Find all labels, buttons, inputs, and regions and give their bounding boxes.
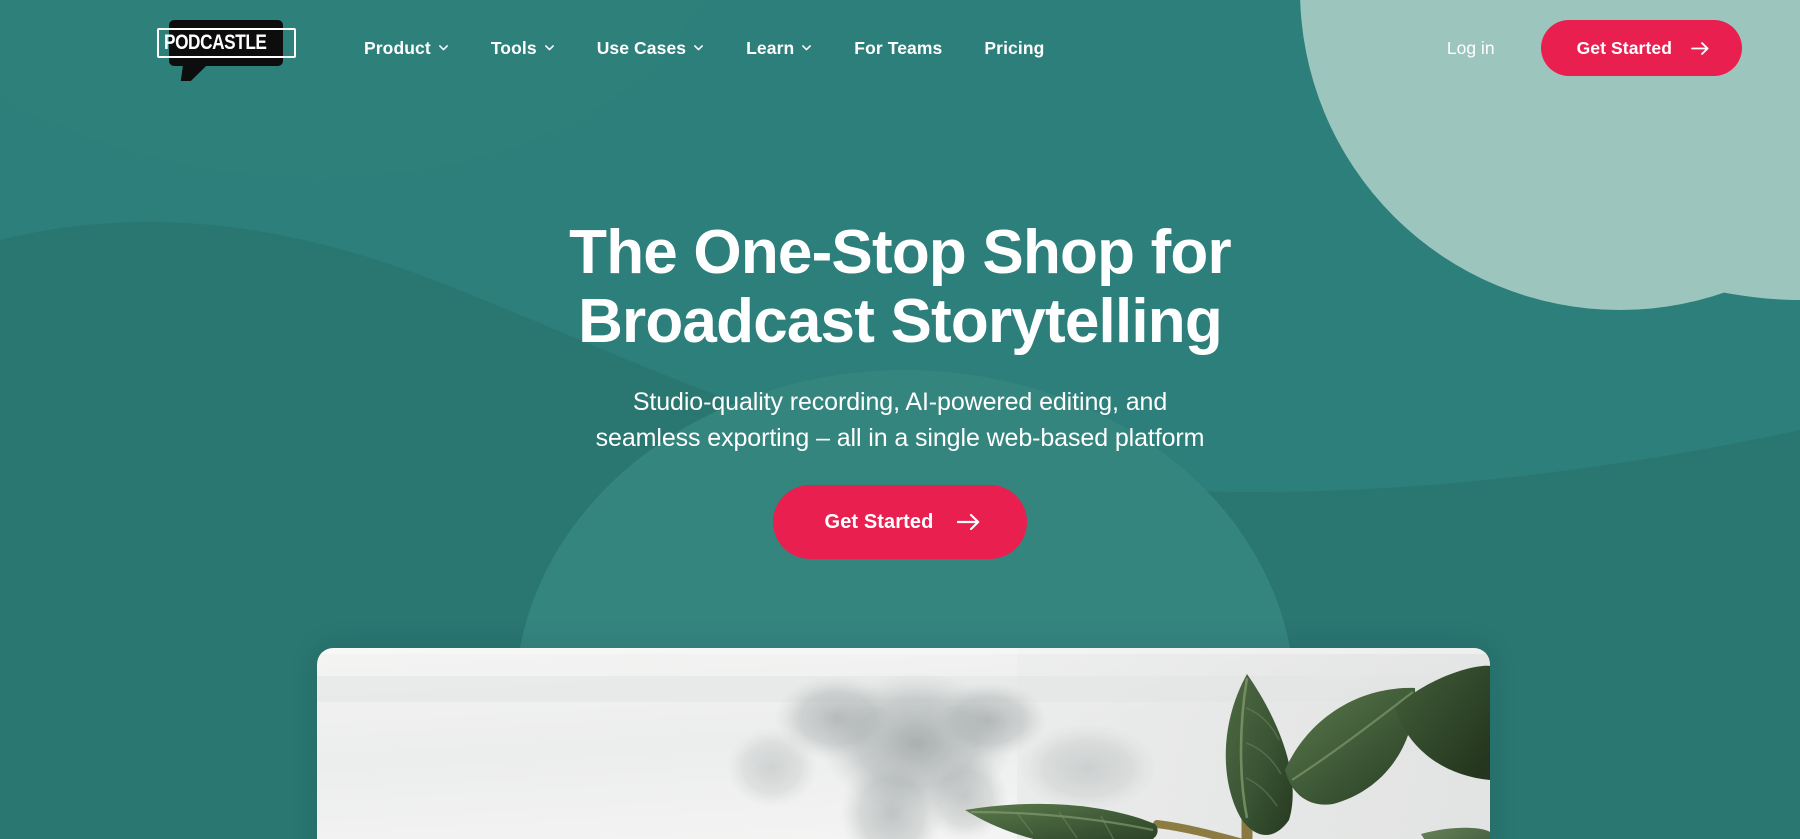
login-link[interactable]: Log in [1447,38,1495,59]
logo-wordmark: PODCASTLE [163,31,267,54]
nav-item-for-teams[interactable]: For Teams [833,38,963,59]
arrow-right-icon [957,513,981,531]
header-cta-label: Get Started [1576,37,1672,58]
nav-label-for-teams: For Teams [854,37,943,58]
chevron-down-icon [801,42,812,53]
nav-label-tools: Tools [490,37,537,58]
arrow-right-icon [1691,41,1710,56]
subhead-line-1: Studio-quality recording, AI-powered edi… [632,388,1168,416]
nav-label-product: Product [364,37,431,58]
headline-line-1: The One-Stop Shop for [569,218,1232,287]
main-navigation: Product Tools Use Cases Learn For Teams [364,0,1065,96]
podcastle-logo[interactable]: PODCASTLE [156,20,296,78]
nav-label-learn: Learn [746,37,795,58]
site-header: PODCASTLE Product Tools Use Cases Learn [0,0,1800,96]
header-get-started-button[interactable]: Get Started [1540,20,1742,76]
nav-item-use-cases[interactable]: Use Cases [576,38,725,59]
hero-cta-label: Get Started [824,510,934,533]
nav-label-use-cases: Use Cases [596,37,687,58]
subhead-line-2: seamless exporting – all in a single web… [595,423,1205,452]
logo-border: PODCASTLE [156,28,296,58]
page-title: The One-Stop Shop for Broadcast Storytel… [0,218,1800,356]
nav-item-pricing[interactable]: Pricing [963,38,1065,59]
chevron-down-icon [544,42,555,53]
hero-product-image [317,648,1490,839]
header-actions: Log in Get Started [1447,0,1800,96]
desk-photo-illustration [317,648,1490,839]
nav-item-product[interactable]: Product [364,38,470,59]
hero-get-started-button[interactable]: Get Started [772,485,1028,559]
chevron-down-icon [693,42,704,53]
hero-subtitle: Studio-quality recording, AI-powered edi… [0,385,1800,456]
hero-cta-container: Get Started [0,485,1800,559]
nav-item-tools[interactable]: Tools [470,38,576,59]
nav-item-learn[interactable]: Learn [725,38,833,59]
headline-line-2: Broadcast Storytelling [578,287,1223,357]
nav-label-pricing: Pricing [984,37,1045,58]
speech-bubble-logo: PODCASTLE [156,20,296,66]
chevron-down-icon [438,42,449,53]
